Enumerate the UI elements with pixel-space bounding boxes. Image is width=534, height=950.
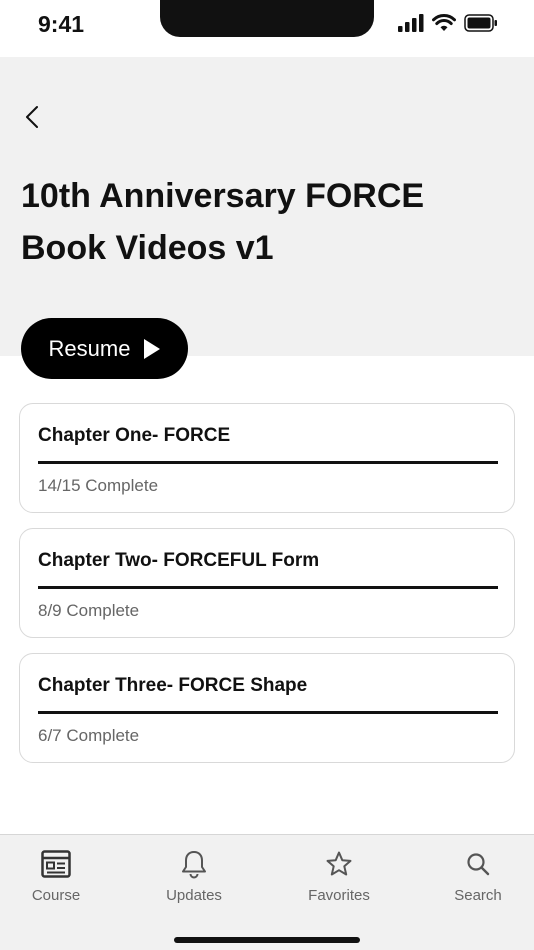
signal-icon (398, 14, 424, 32)
chapter-card-three[interactable]: Chapter Three- FORCE Shape 6/7 Complete (19, 653, 515, 763)
page-title: 10th Anniversary FORCE Book Videos v1 (21, 177, 425, 267)
chapter-title: Chapter One- FORCE (38, 425, 231, 446)
chapter-progress-bar (38, 711, 498, 714)
chapter-progress-bar (38, 586, 498, 589)
chapter-status: 8/9 Complete (38, 601, 140, 620)
status-icons (398, 14, 498, 32)
progress-fill (38, 711, 498, 714)
chapter-list: Chapter One- FORCE 14/15 Complete Chapte… (19, 403, 515, 778)
resume-label: Resume (48, 335, 131, 361)
chevron-left-icon (26, 106, 38, 128)
course-header: 10th Anniversary FORCE Book Videos v1 (0, 57, 534, 356)
tab-label: Search (454, 887, 502, 904)
chapter-title: Chapter Three- FORCE Shape (38, 675, 308, 696)
battery-icon (464, 14, 497, 32)
chapter-title: Chapter Two- FORCEFUL Form (38, 550, 320, 571)
star-icon (325, 849, 353, 879)
back-button[interactable] (16, 101, 48, 133)
tab-course[interactable]: Course (1, 849, 111, 909)
tab-label: Updates (166, 887, 222, 904)
progress-fill (38, 586, 498, 589)
chapter-status: 6/7 Complete (38, 726, 140, 745)
tab-label: Course (31, 887, 81, 904)
tab-favorites[interactable]: Favorites (284, 849, 394, 909)
bell-icon (180, 849, 208, 879)
course-icon (41, 849, 71, 879)
tab-search[interactable]: Search (423, 849, 533, 909)
status-time: 9:41 (38, 11, 85, 37)
play-icon (144, 338, 161, 359)
chapter-progress-bar (38, 461, 498, 464)
chapter-card-one[interactable]: Chapter One- FORCE 14/15 Complete (19, 403, 515, 513)
wifi-icon (432, 14, 456, 31)
resume-button[interactable]: Resume (21, 318, 188, 379)
search-icon (465, 849, 491, 879)
tab-bar: Course Updates Favorites Search (0, 834, 534, 950)
home-indicator (174, 937, 360, 943)
chapter-status: 14/15 Complete (38, 476, 159, 495)
tab-label: Favorites (308, 887, 370, 904)
device-notch (160, 0, 374, 37)
tab-updates[interactable]: Updates (139, 849, 249, 909)
progress-fill (38, 461, 498, 464)
status-bar: 9:41 (0, 0, 534, 57)
chapter-card-two[interactable]: Chapter Two- FORCEFUL Form 8/9 Complete (19, 528, 515, 638)
